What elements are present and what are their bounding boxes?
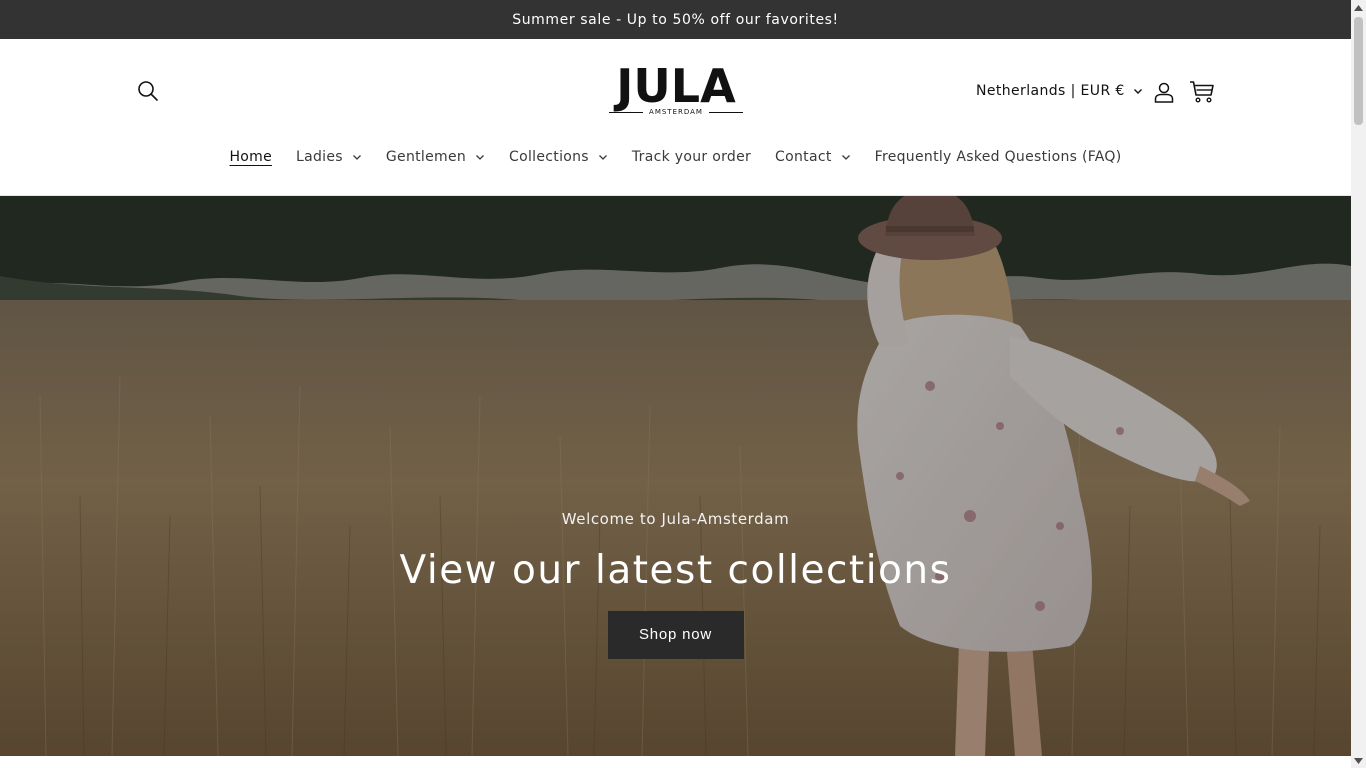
announcement-bar: Summer sale - Up to 50% off our favorite… [0,0,1351,39]
nav-item-collections[interactable]: Collections [497,145,620,169]
account-button[interactable] [1151,79,1177,105]
chevron-down-icon [352,155,361,160]
chevron-down-icon [476,155,485,160]
scroll-down-arrow[interactable] [1351,753,1366,768]
country-selector-label: Netherlands | EUR € [976,83,1125,99]
hero-overlay [0,196,1351,756]
nav-item-label: Collections [509,149,589,165]
hero-banner: Welcome to Jula-Amsterdam View our lates… [0,196,1351,756]
user-icon [1154,82,1174,103]
logo-rule-right [708,111,743,113]
nav-item-ladies[interactable]: Ladies [284,145,374,169]
scrollbar-thumb[interactable] [1354,17,1363,125]
nav-item-label: Home [229,149,273,165]
cart-button[interactable] [1187,78,1217,106]
logo-wordmark: JULA [616,59,736,113]
main-navigation: Home Ladies Gentlemen Collections Track … [0,145,1351,169]
logo-rule-left [609,111,644,113]
nav-item-label: Ladies [296,149,343,165]
nav-item-label: Track your order [631,149,752,165]
nav-item-track-order[interactable]: Track your order [620,145,763,169]
hero-content: Welcome to Jula-Amsterdam View our lates… [0,510,1351,659]
search-button[interactable] [136,79,160,103]
hero-title: View our latest collections [399,548,952,593]
store-logo[interactable]: JULA AMSTERDAM [601,62,751,120]
shop-now-button[interactable]: Shop now [607,611,744,659]
hero-kicker: Welcome to Jula-Amsterdam [561,510,790,528]
announcement-text: Summer sale - Up to 50% off our favorite… [512,11,839,28]
nav-item-faq[interactable]: Frequently Asked Questions (FAQ) [863,145,1134,169]
site-header: JULA AMSTERDAM Netherlands | EUR € Home … [0,39,1351,196]
logo-subtext: AMSTERDAM [649,108,703,116]
nav-item-label: Frequently Asked Questions (FAQ) [874,149,1122,165]
triangle-down-icon [1354,757,1363,764]
chevron-down-icon [1133,89,1142,94]
chevron-down-icon [841,155,850,160]
below-hero-section [0,756,1351,768]
nav-item-label: Gentlemen [385,149,467,165]
cart-icon [1190,81,1214,103]
chevron-down-icon [598,155,607,160]
nav-item-gentlemen[interactable]: Gentlemen [374,145,497,169]
page-scrollbar[interactable] [1351,0,1366,768]
nav-item-home[interactable]: Home [217,145,284,169]
search-icon [138,81,158,101]
nav-item-contact[interactable]: Contact [763,145,863,169]
page: Summer sale - Up to 50% off our favorite… [0,0,1351,768]
scroll-up-arrow[interactable] [1351,0,1366,15]
triangle-up-icon [1354,4,1363,11]
nav-item-label: Contact [775,149,832,165]
country-selector[interactable]: Netherlands | EUR € [976,79,1143,103]
